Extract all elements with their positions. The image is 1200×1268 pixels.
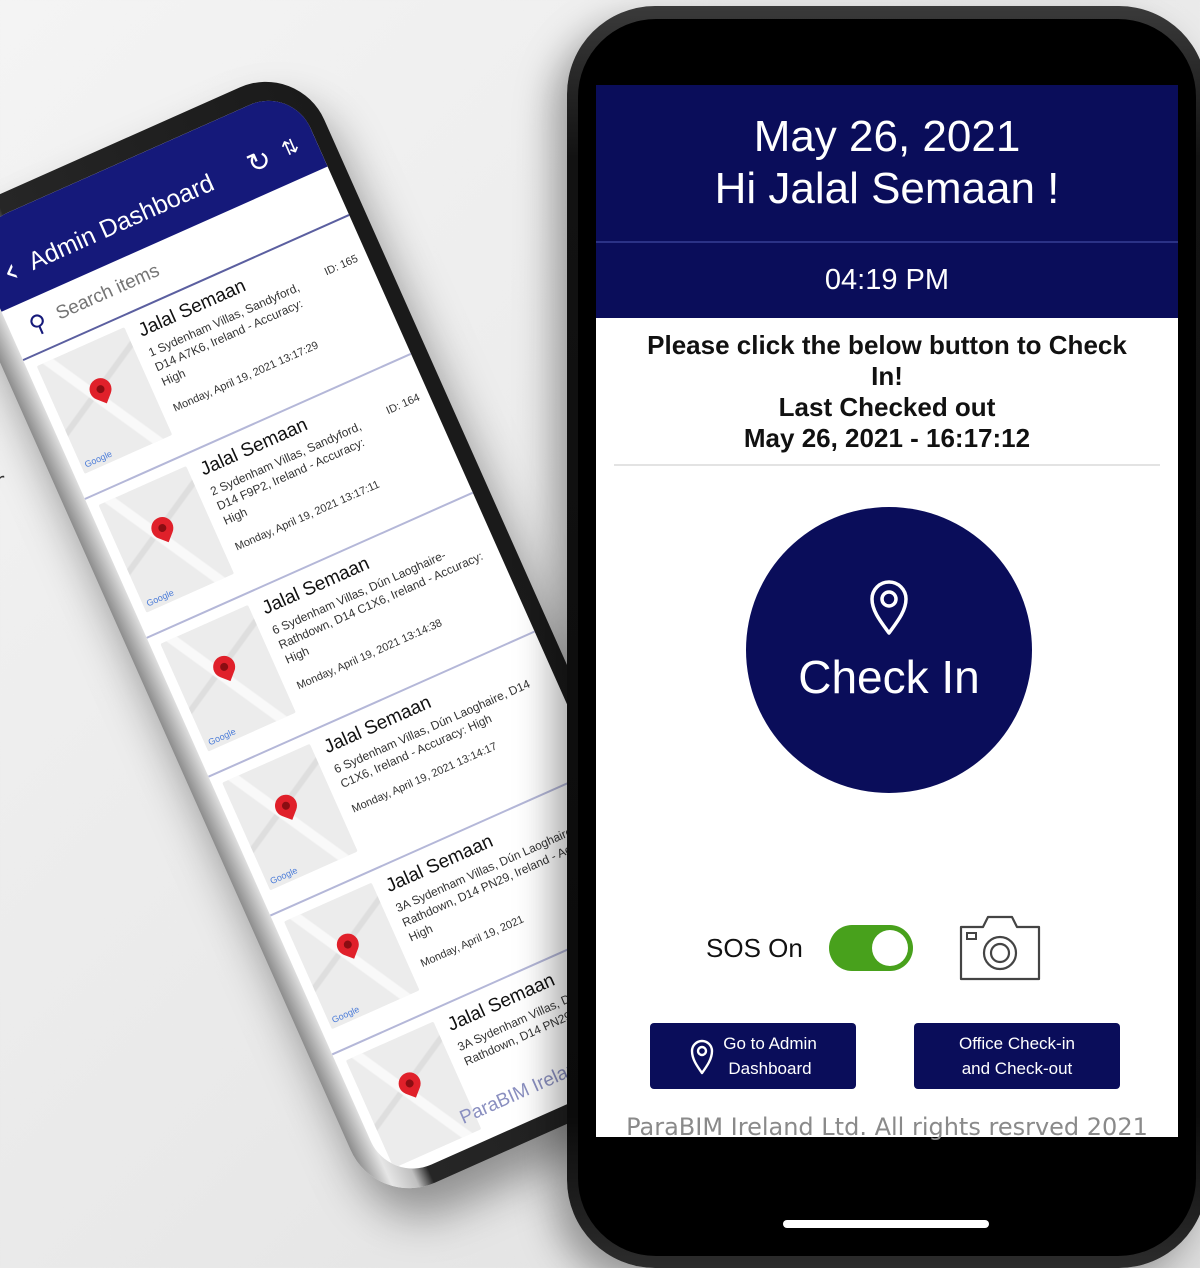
refresh-icon[interactable]: ↻	[241, 141, 276, 181]
map-pin-icon	[148, 513, 177, 543]
map-pin-icon	[86, 374, 115, 404]
map-attribution: Google	[268, 865, 300, 887]
go-to-admin-dashboard-button[interactable]: Go to Admin Dashboard	[650, 1023, 856, 1089]
app-footer: ParaBIM Ireland Ltd. All rights resrved …	[626, 1113, 1148, 1141]
admin-button-line: Dashboard	[728, 1059, 812, 1078]
map-pin-icon	[271, 791, 301, 820]
greeting: Hi Jalal Semaan !	[714, 164, 1060, 213]
check-in-button[interactable]: Check In	[746, 507, 1032, 793]
checkin-message: Please click the below button to Check I…	[614, 318, 1160, 466]
location-pin-icon	[870, 580, 908, 635]
app-header: May 26, 2021 Hi Jalal Semaan ! 04:19 PM	[596, 85, 1178, 318]
last-checked-out-label: Last Checked out	[778, 392, 996, 422]
current-date: May 26, 2021	[753, 112, 1021, 161]
map-attribution: Google	[206, 726, 238, 748]
sos-toggle[interactable]	[828, 925, 913, 971]
sos-label: SOS On	[706, 932, 803, 963]
check-in-label: Check In	[798, 651, 980, 703]
office-check-in-out-button[interactable]: Office Check-in and Check-out	[914, 1023, 1120, 1089]
search-icon: ⚲	[24, 307, 53, 341]
last-checked-out-time: May 26, 2021 - 16:17:12	[743, 423, 1031, 453]
header-greeting-block: May 26, 2021 Hi Jalal Semaan !	[596, 85, 1178, 243]
office-button-line: and Check-out	[961, 1059, 1073, 1078]
checkin-app: May 26, 2021 Hi Jalal Semaan ! 04:19 PM …	[596, 85, 1178, 1141]
toggle-knob	[871, 930, 908, 966]
sort-icon[interactable]: ⇅	[278, 133, 303, 162]
map-pin-icon	[333, 930, 363, 959]
map-pin-icon	[209, 652, 239, 682]
map-attribution: Google	[82, 448, 114, 470]
location-pin-icon	[691, 1039, 714, 1075]
message-line: In!	[871, 361, 903, 391]
phone-screen: May 26, 2021 Hi Jalal Semaan ! 04:19 PM …	[578, 19, 1196, 1256]
admin-button-text: Go to Admin Dashboard	[723, 1031, 817, 1081]
sos-row: SOS On	[706, 913, 1043, 983]
office-button-text: Office Check-in and Check-out	[959, 1031, 1075, 1081]
background-edge-text: r	[0, 468, 5, 492]
message-line: Please click the below button to Check	[647, 330, 1127, 360]
map-attribution: Google	[330, 1004, 361, 1025]
office-button-line: Office Check-in	[959, 1034, 1075, 1053]
current-time: 04:19 PM	[824, 264, 950, 296]
camera-icon[interactable]	[957, 913, 1043, 983]
chevron-left-icon[interactable]: ‹	[0, 250, 25, 292]
home-indicator[interactable]	[783, 1220, 989, 1228]
checkin-phone: May 26, 2021 Hi Jalal Semaan ! 04:19 PM …	[567, 6, 1200, 1268]
map-attribution: Google	[144, 587, 176, 609]
map-pin-icon	[395, 1069, 424, 1098]
admin-button-line: Go to Admin	[723, 1034, 817, 1053]
